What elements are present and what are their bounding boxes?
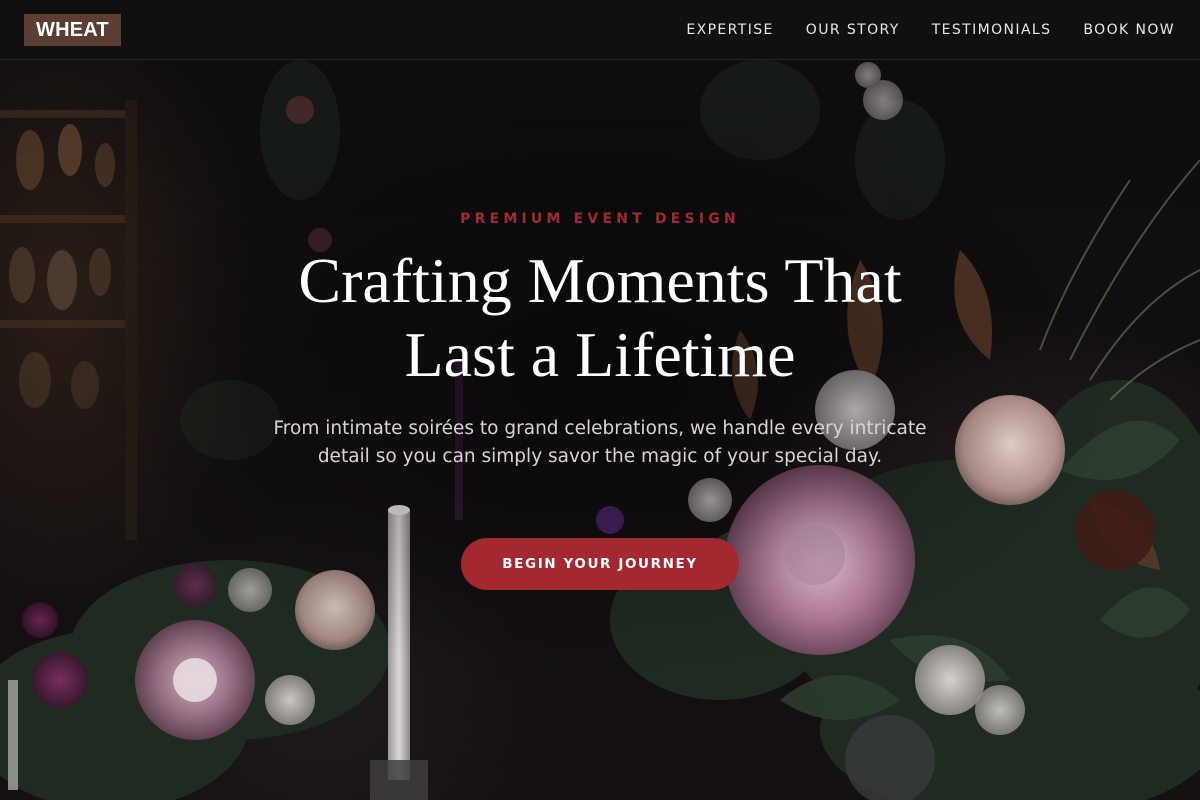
begin-journey-button[interactable]: BEGIN YOUR JOURNEY xyxy=(461,538,739,590)
hero-title: Crafting Moments That Last a Lifetime xyxy=(200,244,1000,392)
nav-link-book-now[interactable]: BOOK NOW xyxy=(1083,22,1175,38)
hero-subtitle: From intimate soirées to grand celebrati… xyxy=(273,418,927,467)
hero-title-line-1: Crafting Moments That xyxy=(298,245,902,316)
nav-link-testimonials[interactable]: TESTIMONIALS xyxy=(932,22,1052,38)
brand-logo[interactable]: WHEAT xyxy=(24,14,121,46)
nav-link-expertise[interactable]: EXPERTISE xyxy=(686,22,773,38)
hero-title-line-2: Last a Lifetime xyxy=(404,319,796,390)
nav-link-our-story[interactable]: OUR STORY xyxy=(806,22,900,38)
main-navigation: EXPERTISE OUR STORY TESTIMONIALS BOOK NO… xyxy=(686,0,1175,60)
hero-eyebrow: PREMIUM EVENT DESIGN xyxy=(460,211,740,227)
site-header: WHEAT EXPERTISE OUR STORY TESTIMONIALS B… xyxy=(0,0,1200,60)
hero-dark-overlay xyxy=(0,0,1200,800)
